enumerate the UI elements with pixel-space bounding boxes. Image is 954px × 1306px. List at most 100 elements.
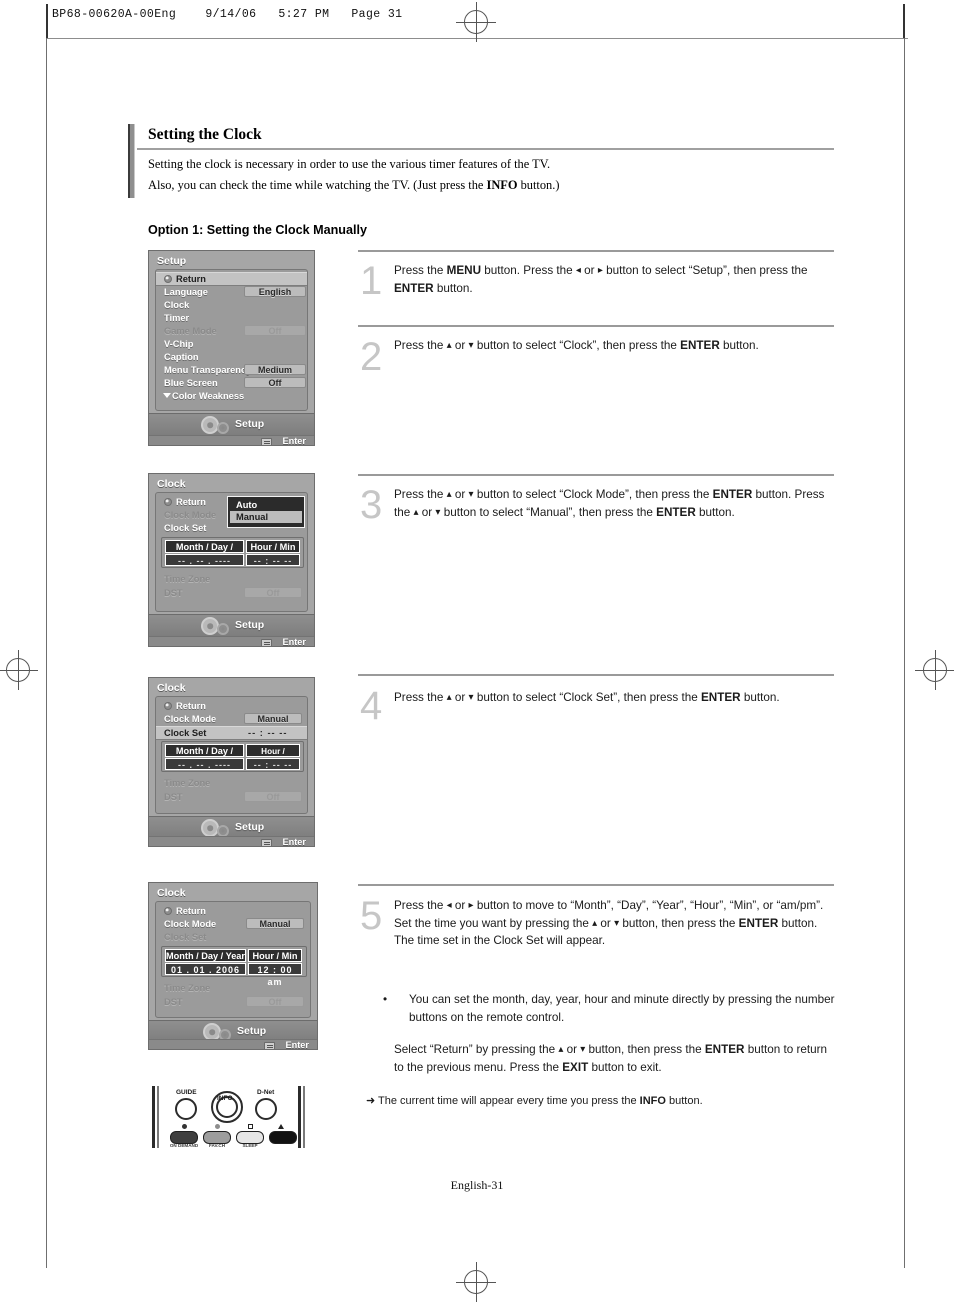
osd-label-dst: DST	[164, 792, 183, 802]
osd-td-time-value[interactable]: 12 : 00 am	[248, 963, 302, 987]
osd-td-date-value[interactable]: -- . -- . ----	[165, 758, 244, 770]
osd-label-return: Return	[176, 701, 206, 711]
osd-clock-mode-menu[interactable]: Clock Return Clock Mode Clock Set Month …	[148, 473, 315, 647]
s3-p10: button to select “Manual”, then press th…	[440, 505, 657, 519]
osd-row-clock-mode[interactable]: Clock Mode Manual	[156, 713, 307, 725]
registration-mark-right	[915, 650, 954, 690]
osd-row-vchip[interactable]: V-Chip	[156, 338, 307, 350]
osd-label-game-mode: Game Mode	[164, 326, 217, 336]
osd-clock-set-menu[interactable]: Clock Return Clock Mode Manual Clock Set…	[148, 677, 315, 847]
osd-label-clock-mode: Clock Mode	[164, 714, 217, 724]
step-text-4: Press the ▴ or ▾ button to select “Clock…	[394, 689, 836, 707]
dropdown-option-manual[interactable]: Manual	[230, 511, 302, 523]
osd-value-language[interactable]: English	[244, 286, 306, 297]
osd-datetime-table: Month / Day / Year Hour / Min -- . -- . …	[161, 537, 304, 568]
osd-row-return[interactable]: Return	[156, 700, 307, 712]
osd-label-clock-set: Clock Set	[164, 523, 207, 533]
osd-footer: Setup	[149, 614, 314, 637]
remote-label-guide: GUIDE	[176, 1089, 197, 1096]
s3-p12: button.	[695, 505, 735, 519]
note-ret-a: Select “Return” by pressing the	[394, 1043, 559, 1056]
osd-label-time-zone: Time Zone	[164, 574, 211, 584]
osd-row-menu-transparency[interactable]: Menu Transparency Medium	[156, 364, 307, 376]
note-enter-key: ENTER	[704, 1043, 745, 1056]
desc-line-1: Setting the clock is necessary in order …	[148, 157, 551, 171]
osd-clock-filled-menu[interactable]: Clock Return Clock Mode Manual Clock Set…	[148, 882, 318, 1050]
desc-line-2b: button.)	[517, 178, 560, 192]
s2-p6: button.	[719, 339, 759, 352]
guide-button[interactable]	[175, 1098, 197, 1120]
osd-label-language: Language	[164, 287, 208, 297]
osd-value-menu-transparency[interactable]: Medium	[244, 364, 306, 375]
osd-value-dst: Off	[244, 587, 302, 598]
osd-enter-label: Enter	[285, 1040, 310, 1050]
step-text-2: Press the ▴ or ▾ button to select “Clock…	[394, 337, 836, 355]
enter-key-icon	[264, 1041, 275, 1049]
osd-label-clock-set: Clock Set	[164, 728, 207, 738]
osd-title: Clock	[157, 478, 186, 490]
osd-value-clock-mode[interactable]: Manual	[244, 713, 302, 724]
osd-label-clock-mode: Clock Mode	[164, 510, 217, 520]
osd-th-hour-min: Hour / Min	[248, 949, 302, 962]
remote-edge-left-2	[157, 1086, 159, 1148]
osd-td-time-value[interactable]: -- : -- --	[246, 554, 300, 566]
osd-row-dst: DST Off	[156, 791, 307, 803]
note-ret-b: button, then press the	[585, 1043, 705, 1056]
osd-value-game-mode: Off	[244, 325, 306, 336]
osd-label-menu-transparency: Menu Transparency	[164, 365, 252, 375]
remote-indicator-triangle	[278, 1124, 284, 1129]
osd-label-clock-mode: Clock Mode	[164, 919, 217, 929]
step-number-3: 3	[360, 483, 383, 527]
step-text-5: Press the ◂ or ▸ button to move to “Mont…	[394, 897, 836, 950]
step-divider-2	[358, 325, 834, 327]
note-info-key: INFO	[639, 1095, 666, 1107]
osd-td-time-value[interactable]: -- : -- --	[246, 758, 300, 770]
osd-label-dst: DST	[164, 997, 183, 1007]
osd-row-return[interactable]: Return	[156, 272, 307, 286]
osd-td-date-value[interactable]: 01 . 01 . 2006	[165, 963, 246, 975]
s5-p0: Press the	[394, 899, 447, 912]
page-border-left-top	[46, 4, 48, 38]
osd-row-clock-set[interactable]: Clock Set -- : -- --	[156, 726, 307, 740]
remote-indicator-square	[248, 1124, 253, 1129]
osd-label-vchip: V-Chip	[164, 339, 194, 349]
osd-value-blue-screen[interactable]: Off	[244, 377, 306, 388]
osd-label-return: Return	[176, 906, 206, 916]
return-icon	[164, 702, 172, 710]
osd-enter-label: Enter	[282, 436, 307, 446]
osd-row-clock-mode[interactable]: Clock Mode Manual	[156, 918, 310, 930]
osd-row-return[interactable]: Return	[156, 905, 310, 917]
osd-row-color-weakness[interactable]: Color Weakness	[156, 390, 307, 402]
osd-label-timer: Timer	[164, 313, 190, 323]
osd-title: Clock	[157, 682, 186, 694]
dropdown-option-auto[interactable]: Auto	[230, 499, 302, 511]
osd-td-date-value[interactable]: -- . -- . ----	[165, 554, 244, 566]
s2-p2: or	[451, 339, 469, 352]
osd-row-language[interactable]: Language English	[156, 286, 307, 298]
note-ret-or: or	[563, 1043, 581, 1056]
osd-th-month-day-year: Month / Day / Year	[165, 949, 246, 962]
osd-row-caption[interactable]: Caption	[156, 351, 307, 363]
osd-datetime-table: Month / Day / Year Hour / Min 01 . 01 . …	[161, 946, 307, 987]
remote-key-extra[interactable]	[269, 1131, 297, 1144]
option-heading: Option 1: Setting the Clock Manually	[148, 223, 368, 237]
osd-value-clock-mode[interactable]: Manual	[246, 918, 304, 929]
dnet-button[interactable]	[255, 1098, 277, 1120]
remote-control-illustration: GUIDE INFO D-Net ON DEMAND FAV.CH SLEEP	[152, 1086, 307, 1148]
step-number-4: 4	[360, 684, 383, 728]
s4-enter-key: ENTER	[700, 691, 741, 704]
osd-row-blue-screen[interactable]: Blue Screen Off	[156, 377, 307, 389]
osd-label-dst: DST	[164, 588, 183, 598]
registration-mark-top	[456, 2, 496, 42]
osd-footer-label: Setup	[235, 418, 265, 430]
osd-menu-list: Return Language English Clock Timer Game…	[155, 269, 308, 411]
osd-row-clock-set[interactable]: Clock Set	[156, 931, 310, 943]
osd-row-timer[interactable]: Timer	[156, 312, 307, 324]
osd-clock-mode-dropdown[interactable]: Auto Manual	[227, 496, 305, 528]
osd-setup-menu[interactable]: Setup Return Language English Clock Time…	[148, 250, 315, 446]
s1-p2: button. Press the	[481, 264, 576, 277]
osd-row-clock[interactable]: Clock	[156, 299, 307, 311]
s5-p2: or	[451, 899, 469, 912]
remote-sublabel-fav-ch: FAV.CH	[208, 1143, 226, 1148]
osd-value-clock-set: -- : -- --	[248, 728, 288, 738]
